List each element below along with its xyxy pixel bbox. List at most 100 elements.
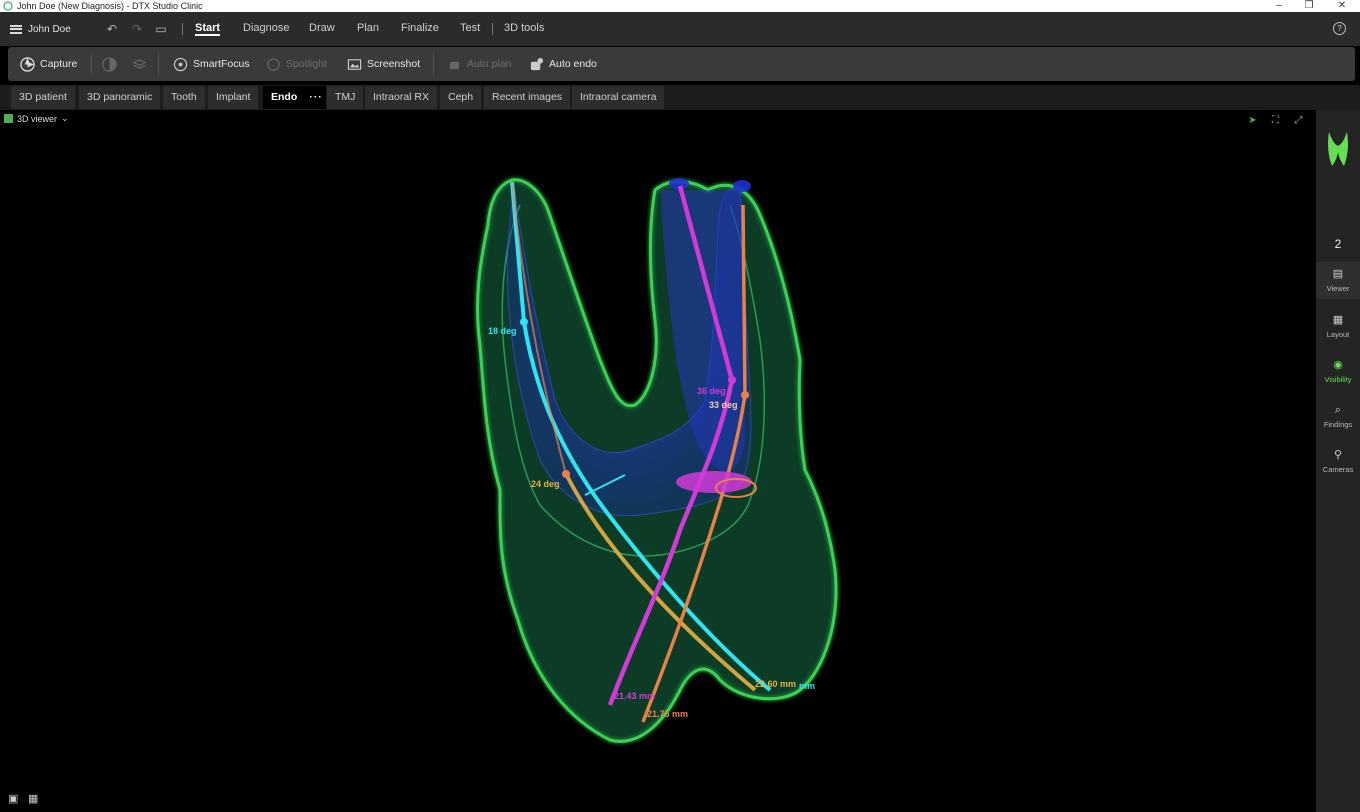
auto-endo-button[interactable]: Auto endo bbox=[529, 47, 597, 81]
panel-viewer[interactable]: ▤ Viewer bbox=[1316, 262, 1360, 299]
yellow-angle-label: 24 deg bbox=[531, 479, 560, 489]
screenshot-label: Screenshot bbox=[367, 58, 421, 70]
viewer-label: 3D viewer bbox=[17, 113, 58, 124]
panel-visibility-label: Visibility bbox=[1324, 375, 1352, 384]
tab-tooth[interactable]: Tooth bbox=[163, 86, 205, 109]
tab-intraoral-camera[interactable]: Intraoral camera bbox=[572, 86, 665, 109]
tooth-number: 2 bbox=[1334, 237, 1342, 251]
panel-layout-label: Layout bbox=[1326, 330, 1350, 339]
magenta-orifice-marker bbox=[676, 471, 752, 493]
menu-test[interactable]: Test bbox=[460, 12, 480, 46]
window-title-bar: John Doe (New Diagnosis) - DTX Studio Cl… bbox=[0, 0, 1360, 12]
spotlight-label: Spotlight bbox=[286, 58, 327, 70]
window-title: John Doe (New Diagnosis) - DTX Studio Cl… bbox=[17, 1, 203, 11]
orange-file-shaft bbox=[741, 204, 747, 396]
tab-implant[interactable]: Implant bbox=[208, 86, 259, 109]
magenta-bend-point bbox=[728, 376, 736, 384]
capture-label: Capture bbox=[40, 58, 78, 70]
cube-icon bbox=[4, 114, 13, 123]
tab-intraoral-rx[interactable]: Intraoral RX bbox=[365, 86, 438, 109]
panel-visibility[interactable]: ◉ Visibility bbox=[1316, 359, 1360, 384]
screenshot-icon bbox=[347, 58, 362, 70]
orange-length-label: 21.75 mm bbox=[647, 709, 688, 719]
tooth-chart-icon[interactable]: ▣ bbox=[8, 792, 24, 806]
more-icon[interactable]: ··· bbox=[309, 91, 323, 103]
auto-plan-button[interactable]: Auto plan bbox=[447, 47, 511, 81]
camera-icon: ⚲ bbox=[1333, 449, 1343, 461]
cyan-bend-point bbox=[520, 318, 528, 326]
tab-endo[interactable]: Endo ··· bbox=[263, 86, 326, 109]
panel-layout[interactable]: ▦ Layout bbox=[1316, 314, 1360, 339]
orange-bend-point bbox=[741, 391, 749, 399]
redo-icon[interactable]: ↷ bbox=[129, 21, 145, 37]
history-icon[interactable]: ▭ bbox=[153, 21, 169, 37]
viewer-panel-icon: ▤ bbox=[1332, 268, 1344, 280]
app-logo-icon bbox=[3, 1, 13, 11]
tooth-icon[interactable] bbox=[1326, 130, 1350, 170]
menu-start[interactable]: Start bbox=[195, 12, 221, 46]
panel-viewer-label: Viewer bbox=[1326, 284, 1350, 293]
viewer-selector[interactable]: 3D viewer ⌄ bbox=[4, 113, 69, 124]
cyan-length-label: mm bbox=[799, 681, 815, 691]
fullscreen-icon[interactable]: ⤢ bbox=[1293, 115, 1304, 126]
workspace-tabs: 3D patient 3D panoramic Tooth Implant En… bbox=[0, 85, 1360, 110]
screenshot-button[interactable]: Screenshot bbox=[347, 47, 420, 81]
dentition-icon[interactable]: ▦ bbox=[28, 792, 44, 806]
ribbon-toolbar: Capture SmartFocus Spotlight Screenshot … bbox=[8, 47, 1355, 81]
menu-finalize[interactable]: Finalize bbox=[401, 12, 439, 46]
spotlight-icon bbox=[267, 57, 280, 71]
menu-draw[interactable]: Draw bbox=[309, 12, 335, 46]
magenta-angle-label: 36 deg bbox=[697, 386, 726, 396]
cyan-angle-label: 18 deg bbox=[488, 326, 517, 336]
3d-viewer[interactable]: 18 deg 36 deg 33 deg 24 deg 21.43 mm 21.… bbox=[0, 110, 1316, 812]
minimize-icon[interactable]: – bbox=[1264, 0, 1294, 12]
magenta-length-label: 21.43 mm bbox=[614, 691, 655, 701]
panel-findings-label: Findings bbox=[1323, 420, 1353, 429]
chevron-down-icon: ⌄ bbox=[61, 113, 69, 123]
yellow-bend-point bbox=[562, 470, 570, 478]
help-icon[interactable]: ? bbox=[1333, 22, 1346, 35]
tooth-3d-render[interactable]: 18 deg 36 deg 33 deg 24 deg 21.43 mm 21.… bbox=[0, 110, 1316, 812]
user-name: John Doe bbox=[28, 23, 71, 35]
right-side-panel: 2 ▤ Viewer ▦ Layout ◉ Visibility ⌕ Findi… bbox=[1316, 110, 1360, 812]
layers-icon bbox=[132, 58, 147, 69]
orange-angle-label: 33 deg bbox=[709, 400, 738, 410]
panel-cameras-label: Cameras bbox=[1322, 465, 1354, 474]
hamburger-icon bbox=[10, 24, 22, 34]
user-menu[interactable]: John Doe bbox=[10, 12, 71, 46]
canal-orifice-top-right bbox=[733, 180, 751, 192]
eye-icon: ◉ bbox=[1333, 359, 1343, 371]
tab-tmj[interactable]: TMJ bbox=[327, 86, 364, 109]
menu-3d-tools[interactable]: 3D tools bbox=[504, 12, 544, 46]
tab-recent-images[interactable]: Recent images bbox=[484, 86, 571, 109]
aperture-icon bbox=[20, 56, 35, 72]
smartfocus-button[interactable]: SmartFocus bbox=[173, 47, 250, 81]
undo-icon[interactable]: ↶ bbox=[104, 21, 120, 37]
layers-button[interactable] bbox=[132, 47, 147, 81]
layout-icon: ▦ bbox=[1332, 314, 1344, 326]
auto-plan-icon bbox=[449, 61, 460, 69]
auto-endo-icon bbox=[530, 57, 544, 70]
fit-view-icon[interactable]: ⛶ bbox=[1270, 115, 1281, 126]
capture-button[interactable]: Capture bbox=[20, 47, 77, 81]
findings-search-icon: ⌕ bbox=[1334, 404, 1342, 416]
tab-3d-panoramic[interactable]: 3D panoramic bbox=[79, 86, 161, 109]
menu-bar: John Doe ↶ ↷ ▭ Start Diagnose Draw Plan … bbox=[0, 12, 1360, 46]
tab-ceph[interactable]: Ceph bbox=[440, 86, 482, 109]
cursor-icon[interactable]: ➤ bbox=[1247, 115, 1258, 126]
menu-plan[interactable]: Plan bbox=[357, 12, 379, 46]
tab-endo-label: Endo bbox=[271, 91, 298, 103]
panel-cameras[interactable]: ⚲ Cameras bbox=[1316, 449, 1360, 474]
menu-diagnose[interactable]: Diagnose bbox=[243, 12, 289, 46]
tab-3d-patient[interactable]: 3D patient bbox=[11, 86, 75, 109]
close-icon[interactable]: ✕ bbox=[1327, 0, 1357, 12]
restore-icon[interactable]: ❐ bbox=[1294, 0, 1324, 12]
spotlight-button[interactable]: Spotlight bbox=[266, 47, 327, 81]
contrast-button[interactable] bbox=[102, 47, 117, 81]
smartfocus-label: SmartFocus bbox=[193, 58, 250, 70]
yellow-length-label: 22.60 mm bbox=[755, 679, 796, 689]
auto-endo-label: Auto endo bbox=[549, 58, 597, 70]
auto-plan-label: Auto plan bbox=[467, 58, 512, 70]
smartfocus-icon bbox=[173, 57, 188, 71]
panel-findings[interactable]: ⌕ Findings bbox=[1316, 404, 1360, 429]
